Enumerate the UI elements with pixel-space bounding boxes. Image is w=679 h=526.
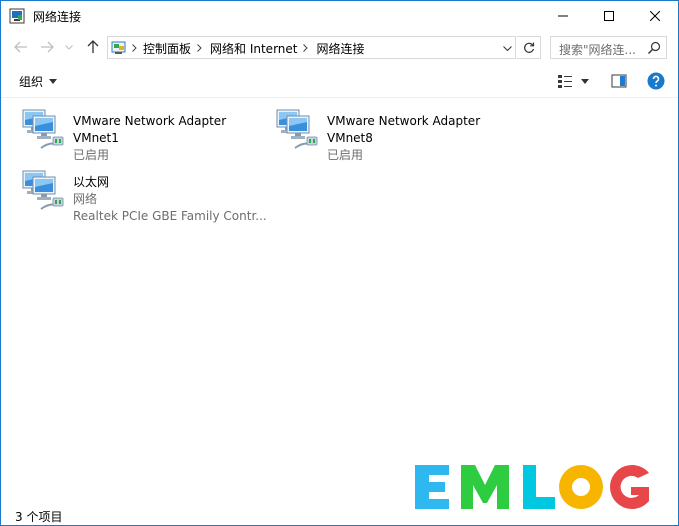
item-count: 3 个项目: [15, 510, 63, 524]
search-placeholder: 搜索"网络连...: [559, 43, 636, 57]
preview-pane-icon[interactable]: [611, 73, 627, 89]
up-button[interactable]: [83, 37, 103, 57]
address-history-button[interactable]: [500, 40, 514, 56]
connection-network: 网络: [73, 192, 98, 206]
minimize-button[interactable]: [540, 1, 586, 31]
connection-device: Realtek PCIe GBE Family Contr...: [73, 209, 267, 223]
connection-name: 以太网: [73, 175, 110, 189]
maximize-icon: [604, 11, 614, 21]
breadcrumb: 控制面板 网络和 Internet 网络连接: [132, 40, 365, 56]
refresh-button[interactable]: [517, 36, 541, 59]
refresh-icon: [523, 42, 534, 53]
network-connections-icon: [9, 8, 25, 24]
network-adapter-icon: [22, 109, 64, 149]
title-bar[interactable]: 网络连接: [1, 1, 678, 31]
change-view-icon[interactable]: [557, 73, 573, 89]
connection-name-line2: VMnet1: [73, 131, 119, 145]
navigation-bar: 控制面板 网络和 Internet 网络连接 搜索"网络连...: [1, 31, 678, 63]
connection-name: VMware Network Adapter: [327, 114, 481, 128]
chevron-down-icon: [502, 45, 512, 51]
close-icon: [650, 11, 660, 21]
breadcrumb-network-internet[interactable]: 网络和 Internet: [210, 40, 297, 57]
connection-status: 已启用: [73, 148, 110, 162]
caret-down-icon: [581, 78, 589, 84]
command-bar: 组织: [1, 63, 678, 98]
network-adapter-icon: [276, 109, 318, 149]
breadcrumb-separator-icon[interactable]: [132, 44, 137, 52]
view-options-button[interactable]: [581, 73, 591, 89]
organize-label: 组织: [19, 75, 44, 89]
search-icon[interactable]: [647, 41, 661, 55]
arrow-up-icon: [87, 40, 99, 53]
breadcrumb-network-connections[interactable]: 网络连接: [316, 40, 364, 57]
help-icon[interactable]: [647, 72, 665, 90]
items-view[interactable]: VMware Network Adapter VMnet1 已启用 VMware…: [1, 98, 678, 503]
address-bar[interactable]: 控制面板 网络和 Internet 网络连接: [107, 36, 516, 59]
recent-locations-button[interactable]: [62, 37, 76, 57]
control-panel-icon: [111, 41, 126, 54]
explorer-window: 网络连接 控制面板 网络和 Internet 网络连接 搜索"网络连... 组织…: [0, 0, 679, 526]
emlog-logo-icon: [415, 465, 649, 509]
forward-button[interactable]: [37, 37, 57, 57]
maximize-button[interactable]: [586, 1, 632, 31]
breadcrumb-control-panel[interactable]: 控制面板: [143, 40, 191, 57]
search-input[interactable]: 搜索"网络连...: [550, 36, 667, 59]
connection-item-ethernet[interactable]: 以太网 网络 Realtek PCIe GBE Family Contr...: [19, 165, 269, 223]
breadcrumb-separator-icon[interactable]: [197, 44, 202, 52]
connection-item-vmnet8[interactable]: VMware Network Adapter VMnet8 已启用: [273, 104, 523, 162]
back-button[interactable]: [11, 37, 31, 57]
emlog-watermark-logo: [387, 459, 678, 525]
close-button[interactable]: [632, 1, 678, 31]
arrow-right-icon: [41, 41, 54, 53]
connection-status: 已启用: [327, 148, 364, 162]
breadcrumb-separator-icon[interactable]: [303, 44, 309, 52]
connection-name: VMware Network Adapter: [73, 114, 227, 128]
organize-button[interactable]: 组织: [19, 73, 58, 90]
window-title: 网络连接: [33, 10, 82, 24]
network-adapter-icon: [22, 170, 64, 210]
minimize-icon: [558, 15, 568, 17]
connection-item-vmnet1[interactable]: VMware Network Adapter VMnet1 已启用: [19, 104, 269, 162]
caret-down-icon: [49, 79, 58, 84]
connection-name-line2: VMnet8: [327, 131, 373, 145]
arrow-left-icon: [14, 41, 27, 53]
chevron-down-icon: [65, 44, 73, 50]
